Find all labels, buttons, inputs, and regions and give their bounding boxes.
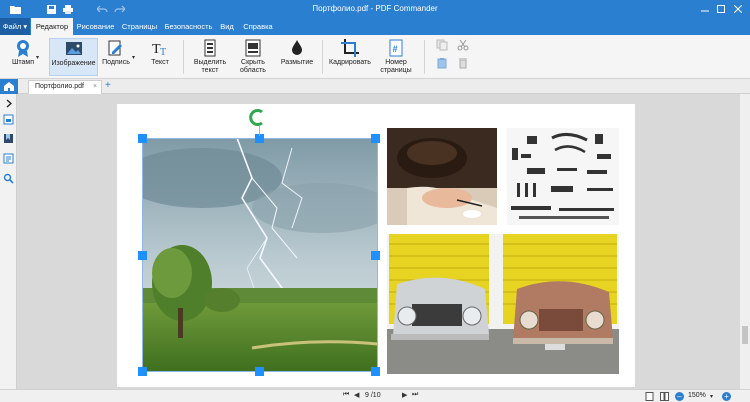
resize-handle[interactable] xyxy=(255,367,264,376)
single-page-view-icon[interactable] xyxy=(645,392,654,401)
two-page-view-icon[interactable] xyxy=(660,392,669,401)
resize-handle[interactable] xyxy=(371,367,380,376)
vintage-cars-image[interactable] xyxy=(387,234,619,374)
window-title: Портфолио.pdf - PDF Commander xyxy=(312,4,438,13)
resize-handle[interactable] xyxy=(371,134,380,143)
stamp-button[interactable]: Штамп xyxy=(8,38,38,76)
thumbnails-icon[interactable] xyxy=(3,114,14,125)
vertical-scrollbar[interactable] xyxy=(740,94,750,389)
annotations-icon[interactable] xyxy=(3,153,14,164)
image-icon xyxy=(65,42,82,55)
delete-icon[interactable] xyxy=(457,57,469,69)
minimize-icon[interactable] xyxy=(697,1,713,17)
zoom-out-icon[interactable]: – xyxy=(675,392,684,401)
add-tab-icon[interactable]: + xyxy=(105,80,111,91)
tab-drawing[interactable]: Рисование xyxy=(73,18,118,35)
title-bar: Портфолио.pdf - PDF Commander xyxy=(0,0,750,18)
next-page-icon[interactable]: ▶ xyxy=(402,391,407,399)
resize-handle[interactable] xyxy=(138,134,147,143)
blur-drop-icon xyxy=(292,40,302,55)
menu-bar: Файл ▾ Редактор Рисование Страницы Безоп… xyxy=(0,18,750,35)
tab-editor[interactable]: Редактор xyxy=(31,18,73,35)
resize-handle[interactable] xyxy=(138,251,147,260)
document-tab-bar: Портфолио.pdf × + xyxy=(0,79,750,94)
highlight-text-button[interactable]: Выделить текст xyxy=(190,38,230,76)
expand-sidebar-icon[interactable] xyxy=(3,98,14,109)
home-icon[interactable] xyxy=(0,79,18,94)
signature-icon xyxy=(108,40,122,56)
page-number-button[interactable]: # Номер страницы xyxy=(376,38,416,76)
tab-portfolio-pdf[interactable]: Портфолио.pdf × xyxy=(28,80,102,94)
blur-button[interactable]: Размытие xyxy=(277,38,317,76)
tab-label: Портфолио.pdf xyxy=(35,83,84,90)
text-icon: TT xyxy=(152,42,166,58)
svg-text:#: # xyxy=(393,44,398,54)
svg-text:T: T xyxy=(160,47,166,58)
zoom-in-icon[interactable]: + xyxy=(722,392,731,401)
document-page xyxy=(117,104,635,387)
current-page-input[interactable]: 9 xyxy=(365,392,369,399)
file-menu[interactable]: Файл ▾ xyxy=(0,18,30,35)
bookmarks-icon[interactable] xyxy=(3,133,14,144)
text-button[interactable]: TT Текст xyxy=(145,38,175,76)
paste-icon[interactable] xyxy=(436,57,448,69)
first-page-icon[interactable]: ⏮ xyxy=(343,391,349,399)
page-indicator: 9 /10 xyxy=(365,392,381,399)
tab-security[interactable]: Безопасность xyxy=(161,18,216,35)
tab-close-icon[interactable]: × xyxy=(93,83,97,90)
maximize-icon[interactable] xyxy=(713,1,729,17)
tab-pages[interactable]: Страницы xyxy=(118,18,161,35)
hide-area-button[interactable]: Скрыть область xyxy=(234,38,272,76)
zoom-level[interactable]: 150% xyxy=(688,392,706,399)
cut-icon[interactable] xyxy=(457,39,469,51)
page-number-icon: # xyxy=(389,39,403,57)
ribbon-toolbar: Штамп ▾ Изображение Подпись ▾ TT Текст В… xyxy=(0,35,750,79)
tools-flatlay-image[interactable] xyxy=(507,128,619,225)
handbag-writing-image[interactable] xyxy=(387,128,497,225)
ribbon-separator xyxy=(183,40,184,74)
total-pages: /10 xyxy=(370,392,381,399)
search-icon[interactable] xyxy=(3,173,14,184)
signature-dropdown-icon[interactable]: ▾ xyxy=(132,54,135,61)
left-sidebar xyxy=(0,94,17,389)
close-icon[interactable] xyxy=(730,1,746,17)
copy-icon[interactable] xyxy=(436,39,448,51)
scrollbar-thumb[interactable] xyxy=(742,326,748,344)
ribbon-separator xyxy=(424,40,425,74)
highlight-text-icon xyxy=(204,39,216,57)
stamp-icon xyxy=(17,40,29,57)
previous-page-icon[interactable]: ◀ xyxy=(354,391,359,399)
resize-handle[interactable] xyxy=(371,251,380,260)
hide-area-icon xyxy=(245,39,261,57)
crop-icon xyxy=(341,39,359,57)
stamp-dropdown-icon[interactable]: ▾ xyxy=(36,54,39,61)
ribbon-separator xyxy=(322,40,323,74)
tab-view[interactable]: Вид xyxy=(216,18,238,35)
zoom-dropdown-icon[interactable]: ▾ xyxy=(710,393,713,400)
status-bar: ⏮ ◀ 9 /10 ▶ ⏭ – 150% ▾ + xyxy=(0,389,750,402)
resize-handle[interactable] xyxy=(138,367,147,376)
signature-button[interactable]: Подпись xyxy=(100,38,132,76)
image-button[interactable]: Изображение xyxy=(49,38,98,76)
crop-button[interactable]: Кадрировать xyxy=(328,38,372,76)
selection-frame xyxy=(142,138,378,372)
last-page-icon[interactable]: ⏭ xyxy=(412,391,418,399)
rotate-handle-icon[interactable] xyxy=(249,108,267,128)
tab-help[interactable]: Справка xyxy=(238,18,278,35)
